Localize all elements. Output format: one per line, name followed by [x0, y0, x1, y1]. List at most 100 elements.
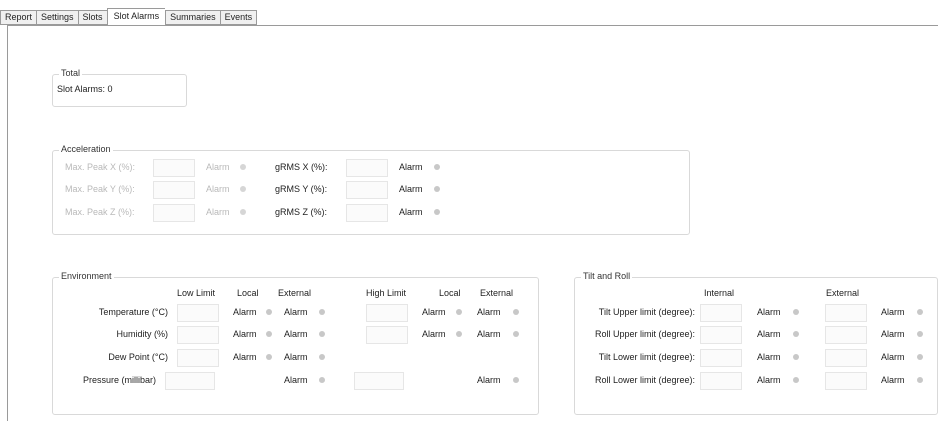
humidity-low-external-indicator [319, 331, 325, 337]
temperature-low-local-indicator [266, 309, 272, 315]
temperature-high-external-indicator [513, 309, 519, 315]
temperature-high-external-alarm: Alarm [477, 307, 501, 317]
grms-z-alarm-indicator [434, 209, 440, 215]
env-header-local-2: Local [439, 288, 461, 298]
tilt-roll-group-title: Tilt and Roll [581, 271, 633, 281]
max-peak-z-input[interactable] [153, 204, 195, 222]
pressure-high-external-alarm: Alarm [477, 375, 501, 385]
tab-events[interactable]: Events [219, 10, 258, 25]
roll-upper-internal-input[interactable] [700, 326, 742, 344]
roll-lower-internal-alarm: Alarm [757, 375, 781, 385]
pressure-low-input[interactable] [165, 372, 215, 390]
roll-lower-internal-indicator [793, 377, 799, 383]
dew-point-local-alarm: Alarm [233, 352, 257, 362]
humidity-low-external-alarm: Alarm [284, 329, 308, 339]
acceleration-group-title: Acceleration [59, 144, 113, 154]
humidity-high-local-indicator [456, 331, 462, 337]
tilt-lower-internal-alarm: Alarm [757, 352, 781, 362]
grms-y-alarm-label: Alarm [399, 184, 423, 194]
temperature-label: Temperature (°C) [98, 307, 168, 317]
tab-slots[interactable]: Slots [77, 10, 107, 25]
max-peak-y-alarm-label: Alarm [206, 184, 230, 194]
tilt-lower-label: Tilt Lower limit (degree): [598, 352, 695, 362]
temperature-high-input[interactable] [366, 304, 408, 322]
env-header-low-limit: Low Limit [177, 288, 216, 298]
tab-summaries[interactable]: Summaries [165, 10, 220, 25]
humidity-low-input[interactable] [177, 326, 219, 344]
pressure-external-alarm: Alarm [284, 375, 308, 385]
grms-x-input[interactable] [346, 159, 388, 177]
dew-point-local-indicator [266, 354, 272, 360]
roll-upper-external-indicator [917, 331, 923, 337]
environment-group-title: Environment [59, 271, 114, 281]
max-peak-y-alarm-indicator [240, 186, 246, 192]
humidity-high-local-alarm: Alarm [422, 329, 446, 339]
total-group: Total Slot Alarms: 0 [52, 68, 187, 107]
roll-lower-external-indicator [917, 377, 923, 383]
max-peak-y-input[interactable] [153, 181, 195, 199]
max-peak-z-label: Max. Peak Z (%): [65, 207, 135, 217]
max-peak-x-input[interactable] [153, 159, 195, 177]
roll-lower-internal-input[interactable] [700, 372, 742, 390]
tilt-upper-internal-input[interactable] [700, 304, 742, 322]
tilt-upper-external-input[interactable] [825, 304, 867, 322]
max-peak-z-alarm-label: Alarm [206, 207, 230, 217]
temperature-low-external-alarm: Alarm [284, 307, 308, 317]
tab-settings[interactable]: Settings [36, 10, 78, 25]
grms-y-alarm-indicator [434, 186, 440, 192]
tilt-upper-internal-indicator [793, 309, 799, 315]
tilt-lower-internal-input[interactable] [700, 349, 742, 367]
tab-content-panel: Total Slot Alarms: 0 Acceleration Max. P… [7, 25, 938, 421]
max-peak-y-label: Max. Peak Y (%): [65, 184, 135, 194]
dew-point-low-input[interactable] [177, 349, 219, 367]
roll-upper-external-input[interactable] [825, 326, 867, 344]
grms-z-alarm-label: Alarm [399, 207, 423, 217]
env-header-high-limit: High Limit [366, 288, 407, 298]
tilt-lower-external-input[interactable] [825, 349, 867, 367]
pressure-high-input[interactable] [354, 372, 404, 390]
roll-upper-external-alarm: Alarm [881, 329, 905, 339]
tilt-upper-external-indicator [917, 309, 923, 315]
grms-y-input[interactable] [346, 181, 388, 199]
tilt-lower-external-indicator [917, 354, 923, 360]
temperature-high-local-alarm: Alarm [422, 307, 446, 317]
tilt-upper-external-alarm: Alarm [881, 307, 905, 317]
tilt-header-external: External [826, 288, 860, 298]
humidity-low-local-alarm: Alarm [233, 329, 257, 339]
grms-y-label: gRMS Y (%): [275, 184, 328, 194]
tab-slot-alarms[interactable]: Slot Alarms [106, 8, 166, 25]
slot-alarms-count: Slot Alarms: 0 [57, 84, 113, 94]
env-header-local-1: Local [237, 288, 259, 298]
roll-upper-label: Roll Upper limit (degree): [594, 329, 695, 339]
temperature-high-local-indicator [456, 309, 462, 315]
env-header-external-2: External [480, 288, 514, 298]
environment-group: Environment Low Limit Local External Hig… [52, 271, 539, 415]
tilt-lower-internal-indicator [793, 354, 799, 360]
total-group-title: Total [59, 68, 83, 78]
grms-z-input[interactable] [346, 204, 388, 222]
temperature-low-local-alarm: Alarm [233, 307, 257, 317]
roll-lower-external-input[interactable] [825, 372, 867, 390]
roll-lower-external-alarm: Alarm [881, 375, 905, 385]
tab-report[interactable]: Report [0, 10, 37, 25]
grms-z-label: gRMS Z (%): [275, 207, 328, 217]
tilt-header-internal: Internal [704, 288, 735, 298]
humidity-high-external-alarm: Alarm [477, 329, 501, 339]
tilt-lower-external-alarm: Alarm [881, 352, 905, 362]
dew-point-external-indicator [319, 354, 325, 360]
max-peak-x-label: Max. Peak X (%): [65, 162, 136, 172]
temperature-low-input[interactable] [177, 304, 219, 322]
humidity-high-input[interactable] [366, 326, 408, 344]
max-peak-x-alarm-indicator [240, 164, 246, 170]
temperature-low-external-indicator [319, 309, 325, 315]
dew-point-external-alarm: Alarm [284, 352, 308, 362]
pressure-external-indicator [319, 377, 325, 383]
tilt-upper-internal-alarm: Alarm [757, 307, 781, 317]
acceleration-group: Acceleration Max. Peak X (%): Alarm gRMS… [52, 144, 690, 235]
humidity-low-local-indicator [266, 331, 272, 337]
pressure-label: Pressure (millibar) [82, 375, 156, 385]
grms-x-label: gRMS X (%): [275, 162, 328, 172]
grms-x-alarm-label: Alarm [399, 162, 423, 172]
env-header-external-1: External [278, 288, 312, 298]
roll-upper-internal-indicator [793, 331, 799, 337]
